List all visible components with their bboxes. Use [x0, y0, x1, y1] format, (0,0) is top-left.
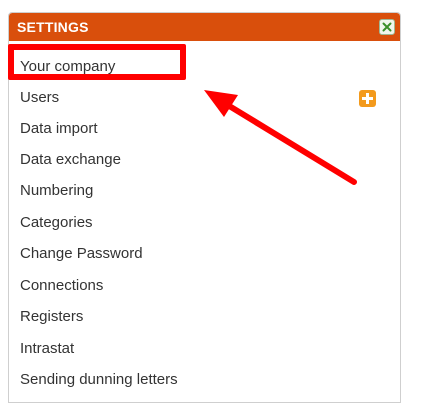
settings-header: SETTINGS [9, 13, 400, 41]
menu-item-data-import[interactable]: Data import [20, 118, 98, 140]
menu-item-data-exchange[interactable]: Data exchange [20, 149, 121, 171]
menu-item-your-company[interactable]: Your company [20, 56, 115, 78]
menu-item-registers[interactable]: Registers [20, 306, 83, 328]
menu-item-categories[interactable]: Categories [20, 212, 93, 234]
close-button[interactable] [379, 19, 395, 35]
plus-icon [362, 93, 373, 104]
menu-item-users[interactable]: Users [20, 87, 59, 109]
settings-title: SETTINGS [17, 19, 89, 35]
close-icon [382, 22, 392, 32]
menu-item-numbering[interactable]: Numbering [20, 180, 93, 202]
menu-item-sending-dunning-letters[interactable]: Sending dunning letters [20, 369, 178, 391]
settings-panel: SETTINGS Your company Users Data import … [8, 12, 401, 403]
menu-item-intrastat[interactable]: Intrastat [20, 338, 74, 360]
menu-item-change-password[interactable]: Change Password [20, 243, 143, 265]
menu-item-connections[interactable]: Connections [20, 275, 103, 297]
add-user-button[interactable] [359, 90, 376, 107]
